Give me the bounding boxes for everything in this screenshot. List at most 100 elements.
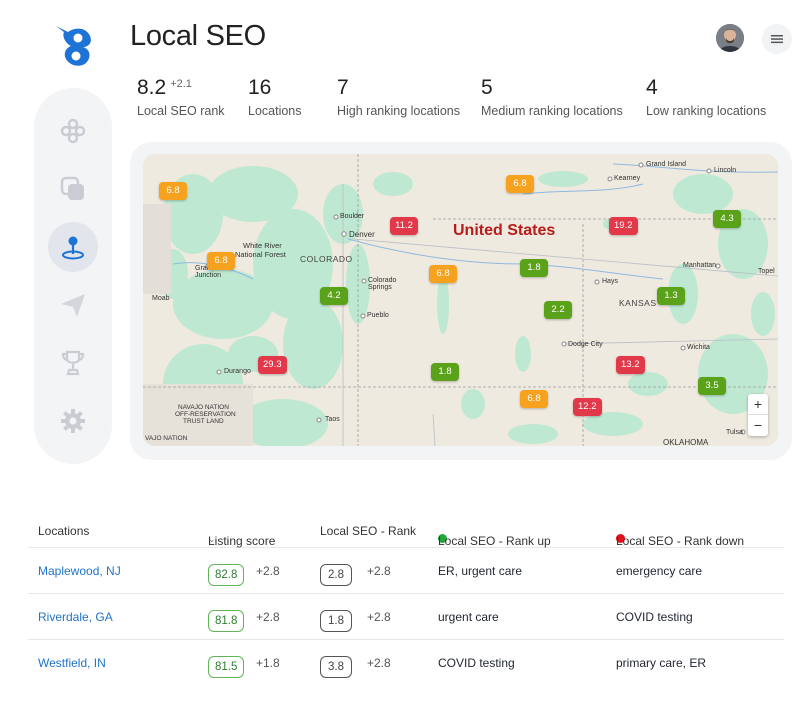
location-link[interactable]: Westfield, IN xyxy=(38,656,106,670)
map-pin[interactable]: 12.2 xyxy=(573,398,602,416)
column-header-rank[interactable]: Local SEO - Rank xyxy=(320,524,416,538)
sidebar-item-awards[interactable] xyxy=(48,338,98,388)
stat-delta: +2.1 xyxy=(170,78,192,90)
table-row: Westfield, IN 81.5 +1.8 3.8 +2.8 COVID t… xyxy=(28,640,784,686)
map-pin[interactable]: 2.2 xyxy=(544,301,572,319)
gear-icon xyxy=(61,409,85,433)
table-row: Riverdale, GA 81.8 +2.8 1.8 +2.8 urgent … xyxy=(28,594,784,640)
send-icon xyxy=(61,294,85,317)
layers-icon xyxy=(60,176,84,200)
map-label-forest: National Forest xyxy=(235,250,286,259)
trophy-icon xyxy=(61,350,85,376)
page-title: Local SEO xyxy=(130,20,266,52)
column-header-label: Listing score xyxy=(208,534,276,548)
map-label-city: Boulder xyxy=(340,213,365,220)
map-pin[interactable]: 1.8 xyxy=(520,259,548,277)
rank-down-keywords: emergency care xyxy=(616,564,703,578)
rank-down-keywords: primary care, ER xyxy=(616,656,707,670)
rank-down-keywords: COVID testing xyxy=(616,610,693,624)
listing-score-badge: 82.8 xyxy=(208,564,245,586)
stat-value: 4 xyxy=(646,76,658,99)
map-pin[interactable]: 6.8 xyxy=(506,175,534,193)
map-pin[interactable]: 11.2 xyxy=(390,217,418,235)
sidebar-item-layers[interactable] xyxy=(48,164,98,214)
map-label-city: Kearney xyxy=(614,175,641,182)
avatar[interactable] xyxy=(716,24,744,52)
map-label-country: United States xyxy=(453,222,556,239)
stat-label: Medium ranking locations xyxy=(481,104,623,118)
listing-score-badge: 81.5 xyxy=(208,656,245,678)
map-pin[interactable]: 6.8 xyxy=(520,390,548,408)
rank-badge: 3.8 xyxy=(320,656,352,678)
map-pin[interactable]: 6.8 xyxy=(159,182,187,200)
map-label-city: Wichita xyxy=(687,344,710,351)
zoom-in-button[interactable]: + xyxy=(748,394,768,415)
sidebar-item-dashboard[interactable] xyxy=(48,106,98,156)
map-label-city: Junction xyxy=(195,272,222,279)
map-label-city: Lincoln xyxy=(714,167,737,174)
listing-score-delta: +2.8 xyxy=(256,564,280,578)
map-pin[interactable]: 19.2 xyxy=(609,217,638,235)
menu-button[interactable] xyxy=(762,24,792,54)
map-label-city: Topel xyxy=(758,268,775,275)
listing-score-delta: +1.8 xyxy=(256,656,280,670)
map-pin[interactable]: 1.8 xyxy=(431,363,459,381)
map-pin[interactable]: 4.3 xyxy=(713,210,741,228)
location-link[interactable]: Riverdale, GA xyxy=(38,610,113,624)
location-link[interactable]: Maplewood, NJ xyxy=(38,564,121,578)
map-label-city: Tulsa xyxy=(726,429,743,436)
rank-up-keywords: COVID testing xyxy=(438,656,515,670)
sidebar xyxy=(34,88,112,464)
rank-delta: +2.8 xyxy=(367,656,391,670)
sidebar-item-settings[interactable] xyxy=(48,396,98,446)
table-header: Locations Listing score ⌄ Local SEO - Ra… xyxy=(28,514,784,548)
map-label-city: Grand Island xyxy=(646,161,687,168)
map-pin[interactable]: 4.2 xyxy=(320,287,348,305)
map-label-city: Colorado xyxy=(368,277,397,284)
map-label-region: TRUST LAND xyxy=(183,418,224,425)
sidebar-item-local-seo[interactable] xyxy=(48,222,98,272)
hamburger-icon xyxy=(771,35,783,44)
listing-score-badge: 81.8 xyxy=(208,610,245,632)
stat-label: Local SEO rank xyxy=(137,104,225,118)
rank-delta: +2.8 xyxy=(367,610,391,624)
map-pin[interactable]: 6.8 xyxy=(207,252,235,270)
stat-value: 7 xyxy=(337,76,349,99)
map-pin[interactable]: 13.2 xyxy=(616,356,645,374)
map-pin[interactable]: 6.8 xyxy=(429,265,457,283)
map-label-state: OKLAHOMA xyxy=(663,438,709,446)
zoom-out-button[interactable]: − xyxy=(748,415,768,436)
map-label-state: COLORADO xyxy=(300,254,353,264)
stat-label: Locations xyxy=(248,104,302,118)
locations-table: Locations Listing score ⌄ Local SEO - Ra… xyxy=(28,514,784,686)
map-pin[interactable]: 1.3 xyxy=(657,287,685,305)
map-label-region: OFF-RESERVATION xyxy=(175,411,236,418)
column-header-locations[interactable]: Locations xyxy=(38,524,89,538)
map-label-city: Pueblo xyxy=(367,312,389,319)
rank-up-keywords: ER, urgent care xyxy=(438,564,523,578)
rank-up-keywords: urgent care xyxy=(438,610,499,624)
map-pin[interactable]: 3.5 xyxy=(698,377,726,395)
map-label-city: Hays xyxy=(602,278,618,285)
map-pin[interactable]: 29.3 xyxy=(258,356,287,374)
map-label-city: Durango xyxy=(224,368,251,375)
stat-locations: 16 Locations xyxy=(248,76,302,118)
stat-value: 16 xyxy=(248,76,272,99)
stat-value: 5 xyxy=(481,76,493,99)
sidebar-item-send[interactable] xyxy=(48,280,98,330)
stat-label: High ranking locations xyxy=(337,104,460,118)
map-label-state: KANSAS xyxy=(619,298,657,308)
map-label-region: NAVAJO NATION xyxy=(178,404,229,411)
sort-chevron-icon: ⌄ xyxy=(208,534,216,544)
stat-low-ranking: 4 Low ranking locations xyxy=(646,76,766,118)
map[interactable]: COLORADO KANSAS NAVAJO NATION OFF-RESERV… xyxy=(143,154,778,446)
stat-high-ranking: 7 High ranking locations xyxy=(337,76,460,118)
brand-logo xyxy=(56,26,91,66)
column-header-label: Local SEO - Rank up xyxy=(438,534,551,548)
stat-label: Low ranking locations xyxy=(646,104,767,118)
column-header-label: Local SEO - Rank down xyxy=(616,534,745,548)
stat-value: 8.2 xyxy=(137,76,167,99)
dashboard-icon xyxy=(60,118,86,144)
rank-badge: 1.8 xyxy=(320,610,352,632)
location-pin-icon xyxy=(62,236,84,260)
